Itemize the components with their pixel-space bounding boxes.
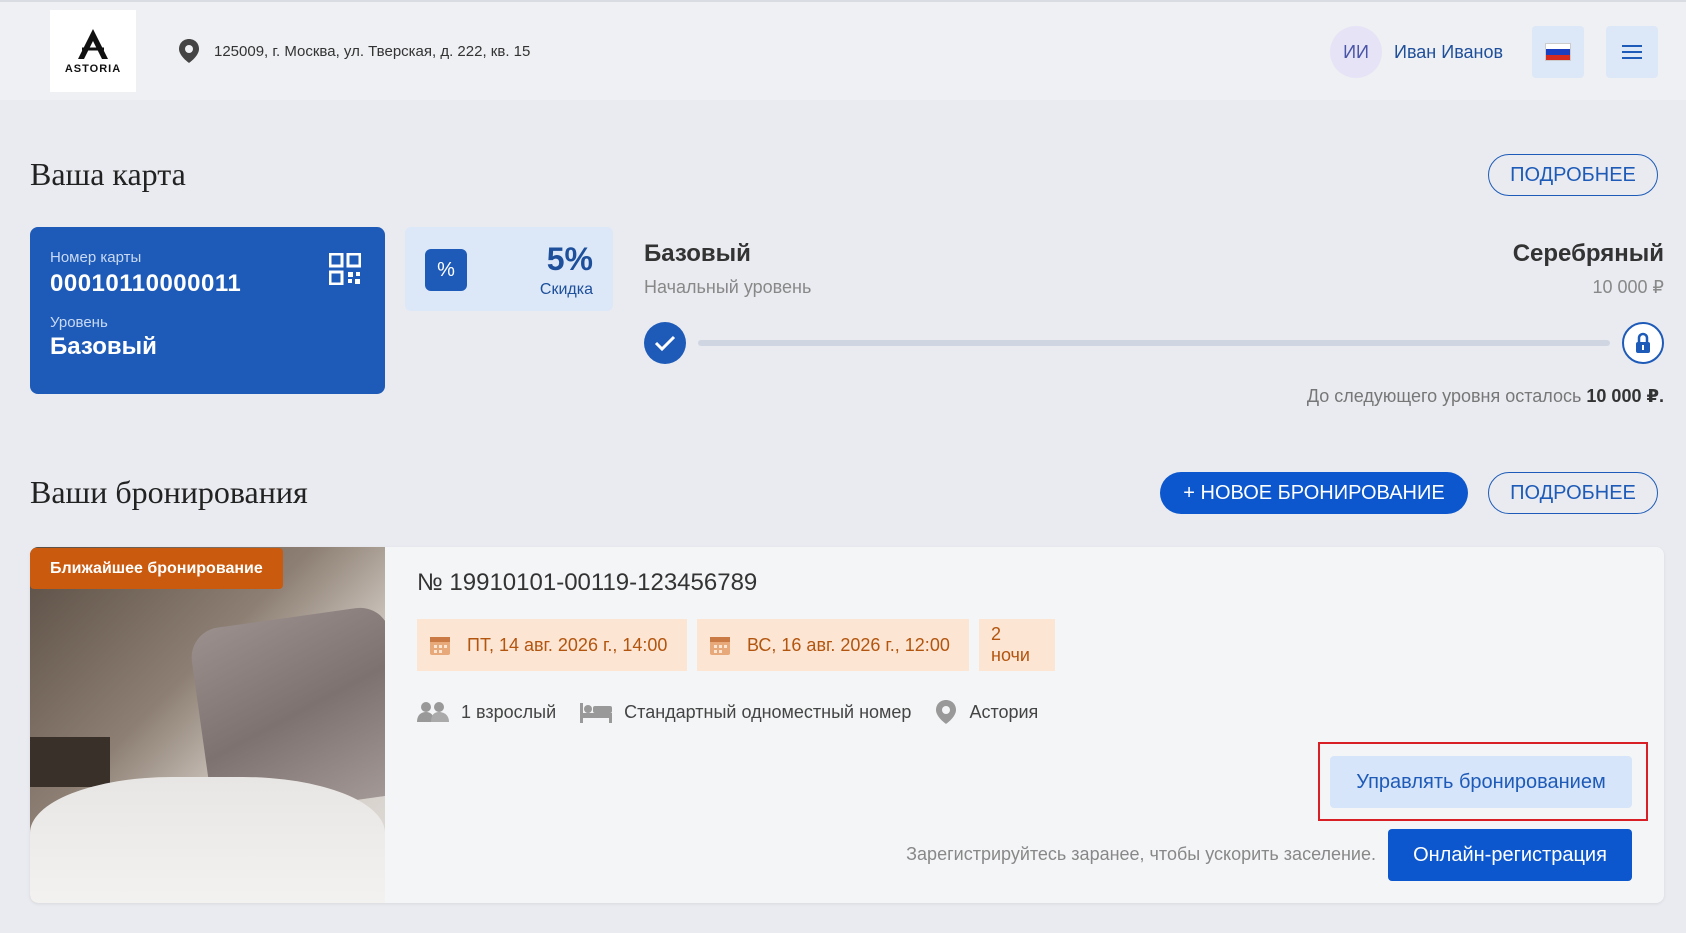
current-level-subtitle: Начальный уровень bbox=[644, 277, 812, 297]
check-in-date: ПТ, 14 авг. 2026 г., 14:00 bbox=[467, 634, 668, 655]
bookings-details-button[interactable]: ПОДРОБНЕЕ bbox=[1488, 472, 1658, 514]
next-level-title: Серебряный bbox=[1512, 240, 1664, 267]
new-booking-button[interactable]: + НОВОЕ БРОНИРОВАНИЕ bbox=[1160, 472, 1468, 514]
card-number: 00010110000011 bbox=[50, 270, 242, 297]
check-out-chip: ВС, 16 авг. 2026 г., 12:00 bbox=[697, 619, 969, 671]
card-number-label: Номер карты bbox=[50, 249, 142, 266]
hamburger-menu-icon bbox=[1622, 45, 1642, 47]
menu-button[interactable] bbox=[1606, 26, 1658, 78]
discount-label: Скидка bbox=[539, 281, 593, 298]
nights-chip: 2 ночи bbox=[979, 619, 1055, 671]
discount-value: 5% bbox=[546, 241, 593, 277]
astoria-logo-icon bbox=[78, 29, 108, 59]
guests-text: 1 взрослый bbox=[461, 701, 557, 722]
percent-icon: % bbox=[425, 249, 467, 291]
bookings-section-title: Ваши бронирования bbox=[30, 474, 308, 510]
lock-icon bbox=[1622, 322, 1664, 364]
qr-code-icon[interactable] bbox=[329, 253, 361, 285]
online-registration-button[interactable]: Онлайн-регистрация bbox=[1388, 829, 1632, 881]
remaining-amount: 10 000 ₽. bbox=[1586, 386, 1664, 406]
user-profile[interactable]: ИИ Иван Иванов bbox=[1330, 26, 1503, 78]
nearest-booking-badge: Ближайшее бронирование bbox=[30, 548, 283, 589]
card-details-button[interactable]: ПОДРОБНЕЕ bbox=[1488, 154, 1658, 196]
location-pin-icon bbox=[936, 700, 957, 724]
loyalty-card: Номер карты 00010110000011 Уровень Базов… bbox=[30, 227, 385, 394]
calendar-icon bbox=[430, 637, 450, 655]
hotel-text: Астория bbox=[969, 701, 1039, 722]
top-header: ASTORIA 125009, г. Москва, ул. Тверская,… bbox=[0, 0, 1686, 100]
check-icon bbox=[644, 322, 686, 364]
logo-text: ASTORIA bbox=[64, 63, 122, 75]
card-level: Базовый bbox=[50, 333, 157, 360]
remaining-prefix: До следующего уровня осталось bbox=[1306, 386, 1582, 406]
guests-info: 1 взрослый bbox=[417, 700, 556, 724]
check-out-date: ВС, 16 авг. 2026 г., 12:00 bbox=[747, 634, 950, 655]
booking-meta: 1 взрослый Стандартный одноместный номер… bbox=[417, 697, 1062, 727]
check-in-chip: ПТ, 14 авг. 2026 г., 14:00 bbox=[417, 619, 687, 671]
booking-number: № 19910101-00119-123456789 bbox=[417, 569, 758, 596]
astoria-logo[interactable]: ASTORIA bbox=[50, 10, 136, 92]
next-level-amount: 10 000 ₽ bbox=[1592, 277, 1664, 297]
room-photo: Ближайшее бронирование bbox=[30, 547, 385, 903]
registration-hint: Зарегистрируйтесь заранее, чтобы ускорит… bbox=[906, 844, 1376, 864]
room-info: Стандартный одноместный номер bbox=[580, 701, 911, 723]
address-text: 125009, г. Москва, ул. Тверская, д. 222,… bbox=[214, 42, 531, 60]
card-section-title: Ваша карта bbox=[30, 156, 186, 192]
discount-tile: % 5% Скидка bbox=[405, 227, 613, 311]
level-progress-bar bbox=[698, 340, 1610, 346]
language-button[interactable] bbox=[1532, 26, 1584, 78]
guests-icon bbox=[417, 702, 449, 722]
booking-card: Ближайшее бронирование № 19910101-00119-… bbox=[30, 547, 1664, 903]
user-name[interactable]: Иван Иванов bbox=[1394, 42, 1503, 63]
bed-icon bbox=[580, 703, 613, 723]
remaining-to-next-level: До следующего уровня осталось 10 000 ₽. bbox=[1307, 386, 1664, 407]
card-level-label: Уровень bbox=[50, 314, 108, 331]
manage-booking-button[interactable]: Управлять бронированием bbox=[1330, 756, 1632, 808]
hotel-info: Астория bbox=[935, 699, 1038, 725]
location-pin-icon bbox=[179, 39, 199, 63]
current-level-title: Базовый bbox=[644, 240, 751, 267]
room-text: Стандартный одноместный номер bbox=[624, 701, 912, 722]
nights-count: 2 ночи bbox=[991, 624, 1030, 665]
ru-flag-icon bbox=[1545, 43, 1571, 61]
avatar[interactable]: ИИ bbox=[1330, 26, 1382, 78]
address: 125009, г. Москва, ул. Тверская, д. 222,… bbox=[178, 38, 530, 64]
calendar-icon bbox=[710, 637, 730, 655]
